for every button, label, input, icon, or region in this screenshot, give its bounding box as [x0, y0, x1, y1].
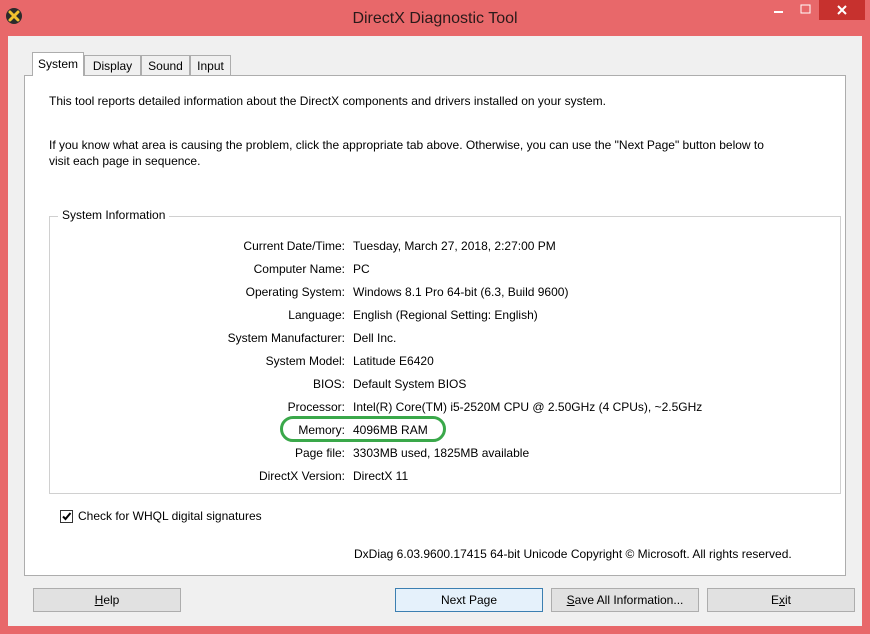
instructions-text-line1: If you know what area is causing the pro…	[49, 138, 764, 152]
minimize-button[interactable]	[765, 0, 792, 20]
save-label-post: ave All Information...	[574, 593, 684, 607]
help-label-post: elp	[103, 593, 120, 607]
info-row-directx-version: DirectX Version: DirectX 11	[25, 467, 845, 485]
info-value: DirectX 11	[353, 469, 409, 483]
info-row-bios: BIOS: Default System BIOS	[25, 375, 845, 393]
info-label: Current Date/Time:	[243, 239, 345, 253]
tab-display-label: Display	[92, 59, 133, 73]
info-row-datetime: Current Date/Time: Tuesday, March 27, 20…	[25, 237, 845, 255]
tab-system[interactable]: System	[32, 52, 84, 76]
info-row-model: System Model: Latitude E6420	[25, 352, 845, 370]
tab-sound[interactable]: Sound	[141, 55, 190, 75]
info-label: Operating System:	[245, 285, 345, 299]
info-row-page-file: Page file: 3303MB used, 1825MB available	[25, 444, 845, 462]
title-bar[interactable]: DirectX Diagnostic Tool	[0, 0, 870, 36]
intro-text: This tool reports detailed information a…	[49, 94, 606, 108]
info-row-computer-name: Computer Name: PC	[25, 260, 845, 278]
info-value: 3303MB used, 1825MB available	[353, 446, 530, 460]
info-label: Processor:	[287, 400, 345, 414]
info-value: Intel(R) Core(TM) i5-2520M CPU @ 2.50GHz…	[353, 400, 703, 414]
info-label: DirectX Version:	[258, 469, 345, 483]
info-row-operating-system: Operating System: Windows 8.1 Pro 64-bit…	[25, 283, 845, 301]
info-row-processor: Processor: Intel(R) Core(TM) i5-2520M CP…	[25, 398, 845, 416]
maximize-button[interactable]	[792, 0, 819, 20]
checkmark-icon	[62, 512, 72, 521]
copyright-text: DxDiag 6.03.9600.17415 64-bit Unicode Co…	[354, 547, 792, 561]
tab-input-label: Input	[197, 59, 224, 73]
save-label-key: S	[566, 593, 575, 607]
info-label: Page file:	[294, 446, 345, 460]
dxdiag-window: DirectX Diagnostic Tool System Display S…	[0, 0, 870, 634]
info-value: Default System BIOS	[353, 377, 467, 391]
tab-system-label: System	[37, 57, 78, 71]
info-value: Windows 8.1 Pro 64-bit (6.3, Build 9600)	[353, 285, 569, 299]
info-label: Language:	[288, 308, 345, 322]
whql-checkbox[interactable]	[60, 510, 73, 523]
instructions-text-line2: visit each page in sequence.	[49, 154, 201, 168]
info-row-language: Language: English (Regional Setting: Eng…	[25, 306, 845, 324]
close-button[interactable]	[819, 0, 865, 20]
memory-highlight-annotation	[280, 416, 446, 442]
info-label: Computer Name:	[253, 262, 345, 276]
whql-checkbox-label: Check for WHQL digital signatures	[78, 509, 262, 523]
info-value: PC	[353, 262, 370, 276]
tab-sound-label: Sound	[148, 59, 183, 73]
tab-display[interactable]: Display	[84, 55, 141, 75]
help-button[interactable]: Help	[33, 588, 181, 612]
exit-label-post: it	[785, 593, 791, 607]
info-label: System Model:	[265, 354, 345, 368]
info-label: BIOS:	[312, 377, 345, 391]
info-value: Latitude E6420	[353, 354, 434, 368]
next-page-button[interactable]: Next Page	[395, 588, 543, 612]
exit-label-pre: E	[770, 593, 779, 607]
info-value: Tuesday, March 27, 2018, 2:27:00 PM	[353, 239, 556, 253]
info-label: System Manufacturer:	[227, 331, 345, 345]
system-tab-panel: This tool reports detailed information a…	[24, 75, 846, 576]
exit-button[interactable]: Exit	[707, 588, 855, 612]
info-row-manufacturer: System Manufacturer: Dell Inc.	[25, 329, 845, 347]
info-value: Dell Inc.	[353, 331, 397, 345]
save-all-information-button[interactable]: Save All Information...	[551, 588, 699, 612]
group-title: System Information	[58, 208, 170, 222]
tab-input[interactable]: Input	[190, 55, 231, 75]
window-title: DirectX Diagnostic Tool	[352, 10, 518, 27]
info-value: English (Regional Setting: English)	[353, 308, 538, 322]
next-page-label: Next Page	[440, 593, 498, 607]
